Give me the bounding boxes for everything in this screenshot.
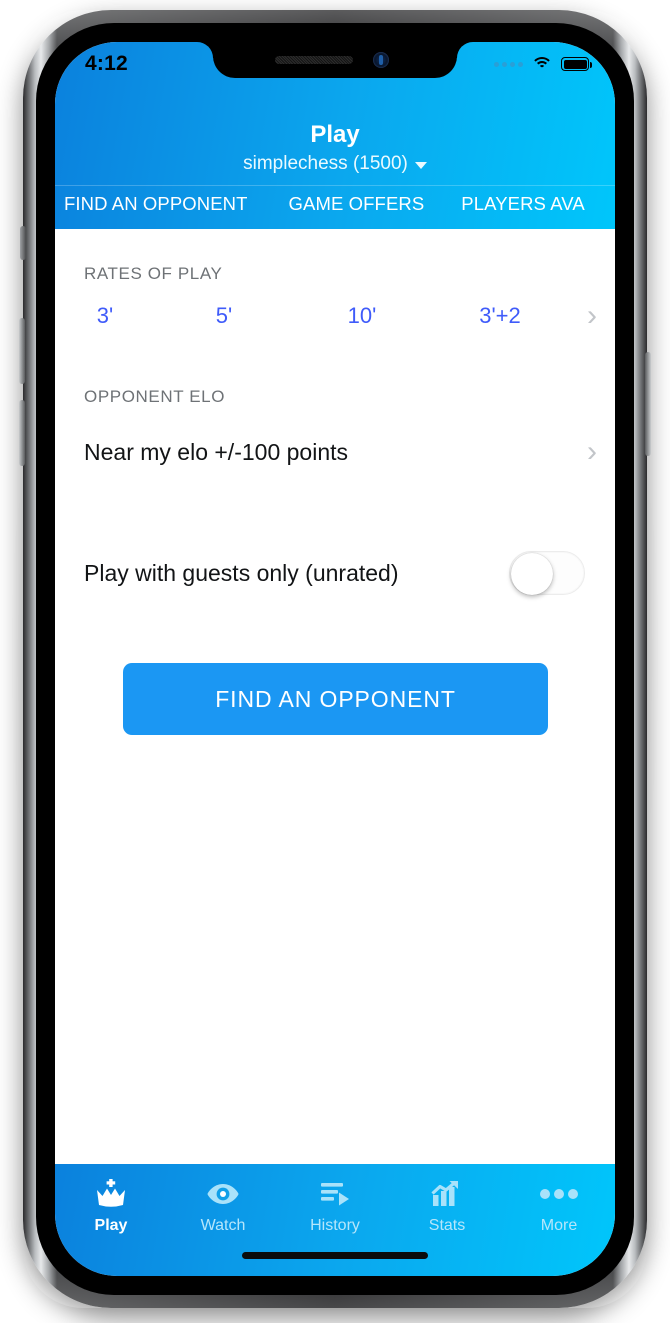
rates-of-play-options: 3' 5' 10' 3'+2 › <box>55 301 615 331</box>
tab-label: FIND AN OPPONENT <box>64 193 248 214</box>
page-title: Play <box>310 121 360 148</box>
nav-item-play[interactable]: Play <box>55 1178 167 1235</box>
rate-option-5min[interactable]: 5' <box>155 303 293 329</box>
guests-only-label: Play with guests only (unrated) <box>84 559 399 586</box>
find-an-opponent-button[interactable]: FIND AN OPPONENT <box>123 663 548 735</box>
nav-item-more[interactable]: More <box>503 1178 615 1235</box>
wifi-icon <box>531 56 553 72</box>
nav-item-stats[interactable]: Stats <box>391 1178 503 1235</box>
opponent-elo-row[interactable]: Near my elo +/-100 points › <box>55 429 615 475</box>
bar-chart-icon <box>431 1178 463 1210</box>
chevron-down-icon <box>414 162 427 169</box>
chevron-right-icon[interactable]: › <box>569 301 615 331</box>
main-content: RATES OF PLAY 3' 5' 10' 3'+2 › OPPONENT … <box>55 229 615 1164</box>
volume-up-button[interactable] <box>19 318 25 384</box>
rate-option-3plus2[interactable]: 3'+2 <box>431 303 569 329</box>
home-indicator[interactable] <box>242 1252 428 1259</box>
rate-option-10min[interactable]: 10' <box>293 303 431 329</box>
account-selector[interactable]: simplechess (1500) <box>243 150 427 178</box>
earpiece-speaker-icon <box>275 56 353 64</box>
nav-item-watch[interactable]: Watch <box>167 1178 279 1235</box>
device-notch <box>213 42 457 78</box>
tab-strip: FIND AN OPPONENT GAME OFFERS PLAYERS AVA <box>55 185 615 229</box>
rate-option-3min[interactable]: 3' <box>55 303 155 329</box>
nav-title-block: Play simplechess (1500) <box>55 120 615 178</box>
volume-down-button[interactable] <box>19 400 25 466</box>
opponent-elo-value: Near my elo +/-100 points <box>84 438 348 465</box>
tab-game-offers[interactable]: GAME OFFERS <box>289 193 425 229</box>
guests-only-row: Play with guests only (unrated) <box>55 545 615 601</box>
ellipsis-icon <box>540 1178 578 1210</box>
bottom-navigation: Play Watch History Stats More <box>55 1164 615 1276</box>
device-frame: 4:12 Play simplechess (1500) FIND AN OPP… <box>0 0 670 1323</box>
nav-label: Play <box>94 1217 128 1234</box>
tab-label: GAME OFFERS <box>288 193 425 214</box>
toggle-knob <box>511 553 553 595</box>
tab-label: PLAYERS AVA <box>461 193 585 214</box>
tab-players-available[interactable]: PLAYERS AVA <box>461 193 584 229</box>
nav-label: History <box>310 1217 360 1234</box>
nav-label: Stats <box>428 1217 466 1234</box>
battery-full-icon <box>561 57 592 71</box>
playlist-icon <box>319 1178 351 1210</box>
account-label: simplechess (1500) <box>243 153 408 174</box>
crown-icon <box>94 1178 128 1210</box>
nav-label: Watch <box>200 1217 246 1234</box>
guests-only-toggle[interactable] <box>509 551 585 595</box>
power-button[interactable] <box>645 352 651 456</box>
tab-find-an-opponent[interactable]: FIND AN OPPONENT <box>64 193 248 229</box>
rates-of-play-label: RATES OF PLAY <box>84 264 223 283</box>
chevron-right-icon[interactable]: › <box>569 437 615 467</box>
status-indicators <box>494 56 593 72</box>
opponent-elo-label: OPPONENT ELO <box>84 387 226 406</box>
eye-icon <box>206 1178 240 1210</box>
front-camera-icon <box>373 52 389 68</box>
app-header: 4:12 Play simplechess (1500) FIND AN OPP… <box>55 42 615 229</box>
nav-label: More <box>540 1217 578 1234</box>
nav-item-history[interactable]: History <box>279 1178 391 1235</box>
silent-switch-button[interactable] <box>20 226 26 260</box>
status-clock: 4:12 <box>85 52 128 75</box>
phone-screen: 4:12 Play simplechess (1500) FIND AN OPP… <box>55 42 615 1276</box>
signal-dots-icon <box>494 61 523 67</box>
